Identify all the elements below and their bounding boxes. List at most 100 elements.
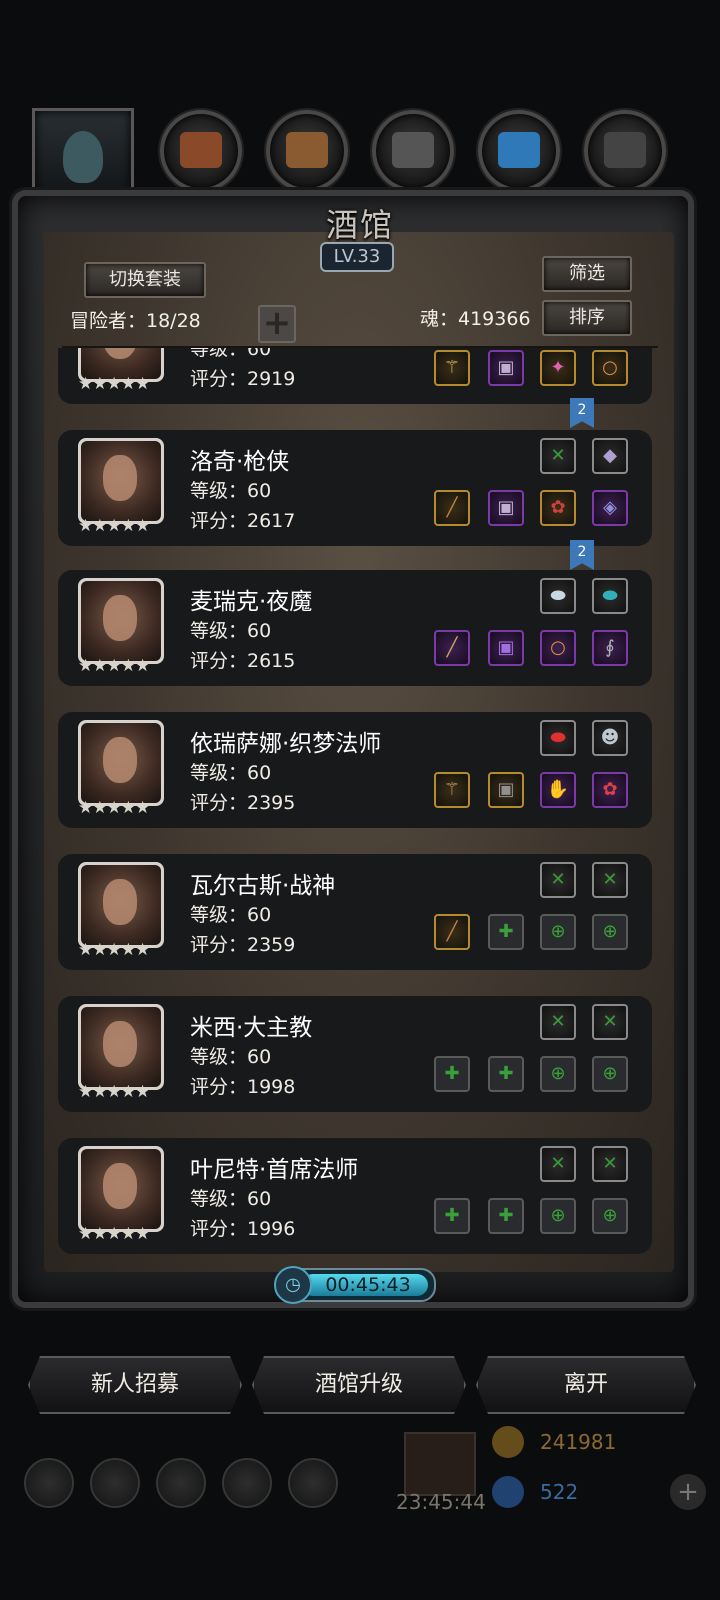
recruit-button[interactable]: 新人招募 xyxy=(28,1356,242,1414)
resource-slot-iron[interactable] xyxy=(372,110,454,192)
adventurer-count: 冒险者：18/28 xyxy=(70,310,201,332)
armor-slot[interactable]: ▣ xyxy=(488,350,524,386)
resource-slot-crystal[interactable] xyxy=(478,110,560,192)
gloves-slot[interactable]: ✋ xyxy=(540,772,576,808)
ring-slot[interactable]: ○ xyxy=(540,630,576,666)
ring-slot-empty[interactable]: ⊕ xyxy=(540,1198,576,1234)
menu-icon[interactable] xyxy=(24,1458,74,1508)
add-currency-button[interactable]: + xyxy=(670,1474,706,1510)
resource-slot-wood[interactable] xyxy=(266,110,348,192)
hero-name: 瓦尔古斯·战神 xyxy=(190,873,336,899)
gem-slot[interactable]: ✕ xyxy=(592,1146,628,1182)
leave-button[interactable]: 离开 xyxy=(476,1356,696,1414)
gem-slot[interactable]: ⬬ xyxy=(592,578,628,614)
hero-score: 评分：1996 xyxy=(190,1218,296,1240)
hero-card[interactable]: ★★★★★ 等级：60 评分：2919 ⚚ ▣ ✦ ○ xyxy=(58,348,652,404)
filter-button[interactable]: 筛选 xyxy=(542,256,632,292)
ring-slot-empty[interactable]: ⊕ xyxy=(540,914,576,950)
ring-slot[interactable]: ○ xyxy=(592,350,628,386)
gem-slot[interactable]: ✕ xyxy=(540,438,576,474)
gem-slot[interactable]: ✕ xyxy=(540,862,576,898)
hero-card[interactable]: ★★★★★ 叶尼特·首席法师 等级：60 评分：1996 ✕ ✕ ✚ ✚ ⊕ ⊕ xyxy=(58,1138,652,1254)
ring-slot-empty[interactable]: ⊕ xyxy=(540,1056,576,1092)
hero-name: 依瑞萨娜·织梦法师 xyxy=(190,731,382,757)
weapon-slot[interactable]: ⚚ xyxy=(434,772,470,808)
add-icon: ✚ xyxy=(444,1063,460,1084)
armor-slot-empty[interactable]: ✚ xyxy=(488,1056,524,1092)
weapon-slot[interactable]: ╱ xyxy=(434,630,470,666)
weapon-slot[interactable]: ⚚ xyxy=(434,350,470,386)
accessory-slot[interactable]: ✦ xyxy=(540,350,576,386)
crystal-gem-icon: ◆ xyxy=(603,445,617,466)
armor-slot-empty[interactable]: ✚ xyxy=(488,914,524,950)
amulet-slot-empty[interactable]: ⊕ xyxy=(592,914,628,950)
guild-icon[interactable] xyxy=(288,1458,338,1508)
gem-slot[interactable]: ⬬ xyxy=(540,578,576,614)
star-rating: ★★★★★ xyxy=(78,940,150,960)
resource-slot-ore[interactable] xyxy=(160,110,242,192)
accessory-slot[interactable]: ✿ xyxy=(540,490,576,526)
star-rating: ★★★★★ xyxy=(78,516,150,536)
hero-level: 等级：60 xyxy=(190,480,272,502)
amulet-icon: ✿ xyxy=(550,497,566,518)
tavern-level-badge: LV.33 xyxy=(320,242,394,272)
weapon-slot[interactable]: ╱ xyxy=(434,914,470,950)
hero-avatar xyxy=(78,578,164,664)
hero-card[interactable]: ★★★★★ 依瑞萨娜·织梦法师 等级：60 评分：2395 ⬬ ☻ ⚚ ▣ ✋ … xyxy=(58,712,652,828)
hero-card[interactable]: ★★★★★ 瓦尔古斯·战神 等级：60 评分：2359 ✕ ✕ ╱ ✚ ⊕ ⊕ xyxy=(58,854,652,970)
sort-button[interactable]: 排序 xyxy=(542,300,632,336)
gem-slot[interactable]: ✕ xyxy=(540,1146,576,1182)
gem-slot[interactable]: ✕ xyxy=(592,1004,628,1040)
hero-card[interactable]: ★★★★★ 洛奇·枪侠 等级：60 评分：2617 ✕ ◆ ╱ ▣ ✿ ◈ xyxy=(58,430,652,546)
hero-portrait xyxy=(81,441,161,521)
weapon-slot[interactable]: ╱ xyxy=(434,490,470,526)
armor-slot-empty[interactable]: ✚ xyxy=(488,1198,524,1234)
resource-slot-stone[interactable] xyxy=(584,110,666,192)
hero-card[interactable]: ★★★★★ 米西·大主教 等级：60 评分：1998 ✕ ✕ ✚ ✚ ⊕ ⊕ xyxy=(58,996,652,1112)
hero-level: 等级：60 xyxy=(190,620,272,642)
hero-score: 评分：2615 xyxy=(190,650,296,672)
hero-level: 等级：60 xyxy=(190,904,272,926)
gift-box-icon[interactable] xyxy=(404,1432,476,1496)
mail-icon[interactable] xyxy=(222,1458,272,1508)
add-icon: ⊕ xyxy=(550,1205,566,1226)
add-icon: ✚ xyxy=(498,921,514,942)
iron-icon xyxy=(392,132,434,168)
gem-slot[interactable]: ☻ xyxy=(592,720,628,756)
add-icon: ⊕ xyxy=(602,921,618,942)
empty-gem-icon: ✕ xyxy=(602,1011,618,1032)
gem-slot[interactable]: ⬬ xyxy=(540,720,576,756)
gem-slot[interactable]: ✕ xyxy=(592,862,628,898)
accessory-slot[interactable]: ✿ xyxy=(592,772,628,808)
amulet-slot-empty[interactable]: ⊕ xyxy=(592,1198,628,1234)
weapon-slot-empty[interactable]: ✚ xyxy=(434,1198,470,1234)
armor-slot[interactable]: ▣ xyxy=(488,490,524,526)
add-icon: ✚ xyxy=(444,1205,460,1226)
hero-portrait-top[interactable] xyxy=(32,108,134,210)
empty-gem-icon: ✕ xyxy=(550,1011,566,1032)
armor-slot[interactable]: ▣ xyxy=(488,772,524,808)
armor-icon: ▣ xyxy=(497,779,515,800)
amulet-slot[interactable]: ∮ xyxy=(592,630,628,666)
gem-slot[interactable]: ✕ xyxy=(540,1004,576,1040)
amulet-slot-empty[interactable]: ⊕ xyxy=(592,1056,628,1092)
amulet-icon: ✿ xyxy=(602,779,618,800)
hero-card[interactable]: ★★★★★ 麦瑞克·夜魔 等级：60 评分：2615 ⬬ ⬬ ╱ ▣ ○ ∮ xyxy=(58,570,652,686)
armor-slot[interactable]: ▣ xyxy=(488,630,524,666)
add-slot-button[interactable]: + xyxy=(258,305,296,343)
achievement-icon[interactable] xyxy=(90,1458,140,1508)
offhand-slot[interactable]: ◈ xyxy=(592,490,628,526)
tavern-upgrade-button[interactable]: 酒馆升级 xyxy=(252,1356,466,1414)
quest-icon[interactable] xyxy=(156,1458,206,1508)
clock-icon: ◷ xyxy=(274,1266,312,1304)
hero-list[interactable]: ★★★★★ 等级：60 评分：2919 ⚚ ▣ ✦ ○ ★★★★★ 洛奇·枪侠 … xyxy=(44,348,674,1273)
ring-icon: ○ xyxy=(550,637,566,658)
switch-outfit-button[interactable]: 切换套装 xyxy=(84,262,206,298)
hero-portrait xyxy=(81,581,161,661)
hero-score: 评分：2395 xyxy=(190,792,296,814)
spear-icon: ╱ xyxy=(446,637,458,658)
hero-level: 等级：60 xyxy=(190,348,272,360)
soul-count: 魂：419366 xyxy=(420,308,531,330)
gem-slot[interactable]: ◆ xyxy=(592,438,628,474)
weapon-slot-empty[interactable]: ✚ xyxy=(434,1056,470,1092)
